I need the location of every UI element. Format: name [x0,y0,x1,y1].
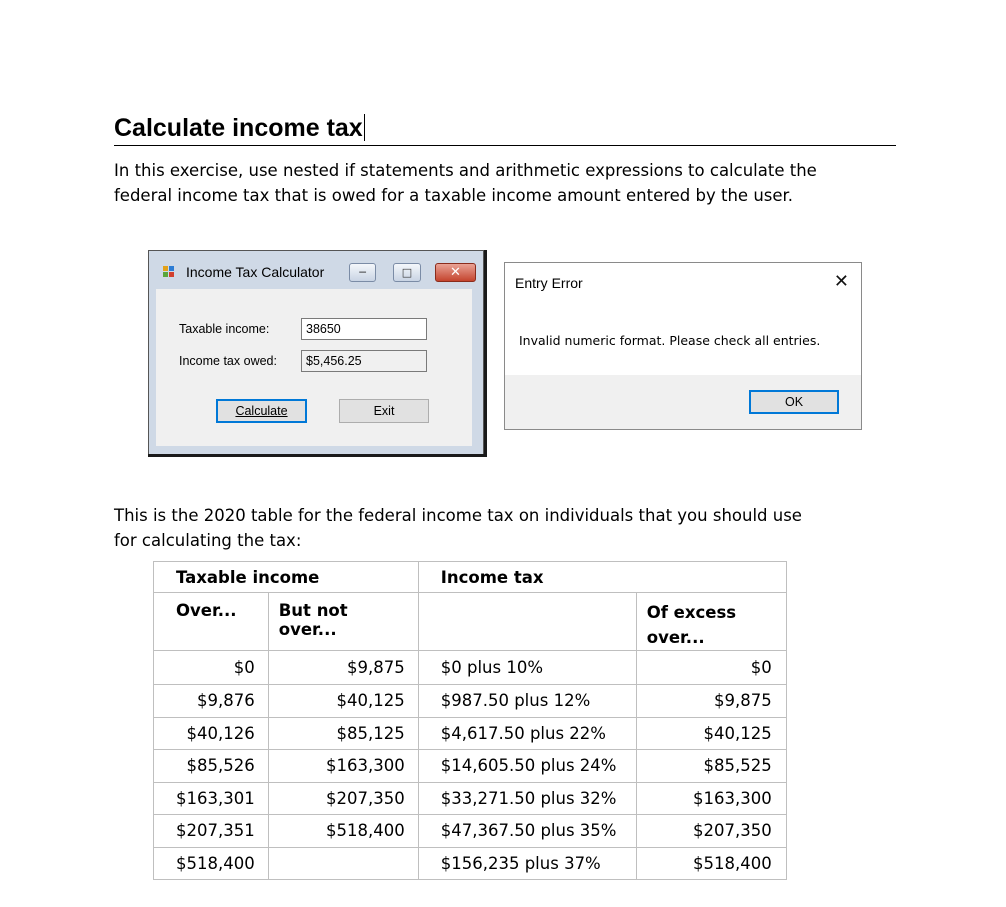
taxable-income-input[interactable]: 38650 [301,318,427,340]
table-row: $85,526 $163,300 $14,605.50 plus 24% $85,52… [153,749,787,783]
col-header-over: Over... [153,592,269,651]
table-row: $9,876 $40,125 $987.50 plus 12% $9,875 [153,684,787,718]
dialog-close-icon[interactable]: ✕ [834,271,849,292]
cell-over: $9,876 [153,684,269,718]
table-column-header-row: Over... But not over... Of excess over..… [153,592,787,651]
taxable-income-label: Taxable income: [179,322,270,336]
app-icon [163,266,175,278]
tax-table: Taxable income Income tax Over... But no… [153,561,787,880]
cell-over: $0 [153,650,269,685]
maximize-button[interactable]: □ [393,263,421,282]
entry-error-dialog: Entry Error ✕ Invalid numeric format. Pl… [504,262,862,430]
cell-but-not-over: $40,125 [267,684,419,718]
cell-income-tax: $47,367.50 plus 35% [417,814,637,848]
table-intro-paragraph: This is the 2020 table for the federal i… [114,506,802,550]
window-shadow-right [484,250,487,457]
cell-of-excess-over: $207,350 [635,814,787,848]
cell-but-not-over: $85,125 [267,716,419,750]
cell-of-excess-over: $163,300 [635,781,787,815]
exit-button[interactable]: Exit [339,399,429,423]
cell-over: $518,400 [153,846,269,880]
tax-table-body: $0 $9,875 $0 plus 10% $0 $9,876 $40,125 $987.5… [153,650,787,880]
cell-but-not-over: $9,875 [267,650,419,685]
col-header-income-tax [417,592,637,651]
cell-over: $207,351 [153,814,269,848]
ok-button[interactable]: OK [749,390,839,414]
table-row: $0 $9,875 $0 plus 10% $0 [153,650,787,685]
calc-window-title: Income Tax Calculator [186,264,325,280]
calc-window-client: Taxable income: 38650 Income tax owed: $… [156,289,472,446]
table-row: $163,301 $207,350 $33,271.50 plus 32% $163,… [153,781,787,815]
cell-of-excess-over: $9,875 [635,684,787,718]
cell-over: $40,126 [153,716,269,750]
minimize-icon: ─ [359,266,366,279]
cell-income-tax: $4,617.50 plus 22% [417,716,637,750]
cell-but-not-over [267,846,419,880]
calc-window-titlebar[interactable]: Income Tax Calculator ─ □ ✕ [149,251,483,289]
page-title[interactable]: Calculate income tax [114,112,896,146]
cell-of-excess-over: $518,400 [635,846,787,880]
cell-but-not-over: $207,350 [267,781,419,815]
maximize-icon: □ [401,266,413,279]
income-tax-owed-output: $5,456.25 [301,350,427,372]
col-header-of-excess-over: Of excess over... [635,592,787,651]
cell-income-tax: $987.50 plus 12% [417,684,637,718]
calc-window: Income Tax Calculator ─ □ ✕ Taxable inco… [148,250,484,456]
group-header-income-tax: Income tax [417,561,787,593]
cell-but-not-over: $163,300 [267,749,419,783]
table-group-header-row: Taxable income Income tax [153,561,787,593]
cell-of-excess-over: $40,125 [635,716,787,750]
table-row: $518,400 $156,235 plus 37% $518,400 [153,846,787,880]
cell-over: $85,526 [153,749,269,783]
cell-of-excess-over: $0 [635,650,787,685]
income-tax-owed-label: Income tax owed: [179,354,277,368]
group-header-taxable-income: Taxable income [153,561,419,593]
cell-income-tax: $14,605.50 plus 24% [417,749,637,783]
close-icon: ✕ [450,265,461,280]
cell-income-tax: $33,271.50 plus 32% [417,781,637,815]
dialog-message: Invalid numeric format. Please check all… [519,333,821,348]
close-button[interactable]: ✕ [435,263,476,282]
exit-button-label: Exit [373,404,395,418]
col-header-but-not-over: But not over... [267,592,419,651]
cell-of-excess-over: $85,525 [635,749,787,783]
dialog-title: Entry Error [515,275,583,291]
minimize-button[interactable]: ─ [349,263,376,282]
cell-income-tax: $0 plus 10% [417,650,637,685]
table-row: $40,126 $85,125 $4,617.50 plus 22% $40,125 [153,716,787,750]
intro-paragraph: In this exercise, use nested if statemen… [114,161,817,205]
table-row: $207,351 $518,400 $47,367.50 plus 35% $207,… [153,814,787,848]
cell-over: $163,301 [153,781,269,815]
calculate-button[interactable]: Calculate [216,399,307,423]
window-shadow-bottom [148,454,486,457]
cell-but-not-over: $518,400 [267,814,419,848]
dialog-footer: OK [505,375,861,429]
text-cursor [363,114,365,141]
cell-income-tax: $156,235 plus 37% [417,846,637,880]
calculate-button-label: Calculate [235,404,288,418]
